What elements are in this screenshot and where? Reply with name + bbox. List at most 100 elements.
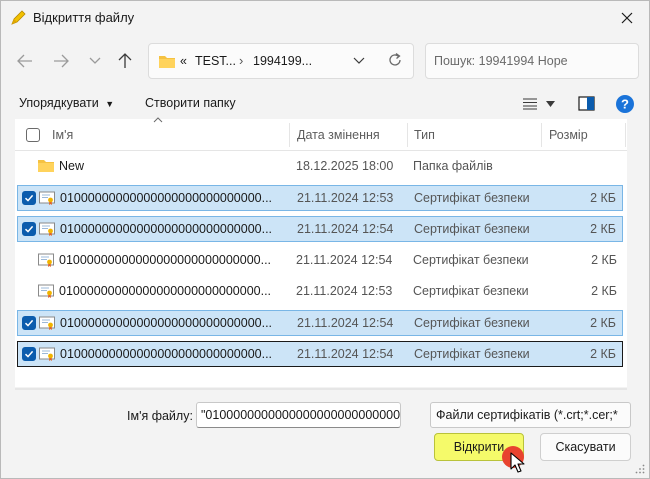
filename-label: Ім'я файлу: (127, 409, 193, 423)
search-input[interactable]: Пошук: 19941994 Hope (425, 43, 639, 79)
command-bar: Упорядкувати ▼ Створити папку ? (1, 89, 649, 119)
file-name: New (59, 159, 85, 173)
file-row[interactable]: 01000000000000000000000000000... 21.11.20… (17, 279, 623, 305)
file-type: Сертифікат безпеки (414, 316, 530, 330)
row-checkbox[interactable] (22, 316, 36, 330)
certificate-icon (38, 190, 56, 209)
row-checkbox[interactable] (22, 222, 36, 237)
file-type: Сертифікат безпеки (413, 252, 529, 267)
column-header-row: Ім'я Дата змінення Тип Розмір (15, 117, 627, 151)
navigation-bar: « TEST... › 1994199... Пошук: 19941994 H… (1, 39, 649, 83)
certificate-icon (37, 283, 55, 302)
chevron-down-icon (89, 57, 101, 64)
view-options-caret-icon[interactable] (546, 101, 555, 107)
certificate-icon (37, 252, 55, 271)
file-date: 18.12.2025 18:00 (296, 159, 394, 173)
up-button[interactable] (111, 47, 139, 75)
chevron-right-icon: › (239, 53, 244, 68)
resize-grip-icon[interactable] (635, 464, 645, 474)
folder-row[interactable]: New 18.12.2025 18:00 Папка файлів (17, 154, 623, 180)
select-all-checkbox[interactable] (26, 128, 40, 142)
window-title: Відкриття файлу (33, 10, 135, 25)
file-list[interactable]: Ім'я Дата змінення Тип Розмір New 18.12.2… (15, 117, 627, 387)
file-size: 2 КБ (590, 191, 616, 206)
file-size: 2 КБ (590, 316, 616, 330)
svg-text:?: ? (621, 97, 629, 112)
column-divider[interactable] (289, 123, 290, 147)
file-type: Сертифікат безпеки (414, 222, 530, 237)
arrow-up-icon (118, 53, 132, 68)
search-placeholder: Пошук: 19941994 Hope (434, 54, 568, 68)
checkmark-icon (24, 226, 34, 234)
filename-input[interactable]: "0100000000000000000000000000000 (196, 402, 401, 428)
file-name: 01000000000000000000000000000... (60, 222, 273, 237)
file-row[interactable]: 01000000000000000000000000000... 21.11.20… (17, 310, 623, 336)
file-name: 01000000000000000000000000000... (60, 347, 273, 362)
preview-pane-icon[interactable] (578, 96, 595, 111)
row-checkbox[interactable] (22, 347, 36, 362)
file-date: 21.11.2024 12:54 (296, 252, 393, 267)
column-date-header[interactable]: Дата змінення (297, 128, 380, 142)
file-date: 21.11.2024 12:53 (297, 191, 394, 206)
arrow-left-icon (17, 54, 32, 68)
recent-locations-button[interactable] (81, 47, 109, 75)
column-name-header[interactable]: Ім'я (52, 128, 73, 142)
file-type-select[interactable]: Файли сертифікатів (*.crt;*.cer;* (430, 402, 631, 428)
folder-icon (159, 56, 175, 68)
title-bar: Відкриття файлу (1, 1, 649, 35)
help-icon[interactable]: ? (615, 94, 635, 114)
mouse-cursor-icon (510, 452, 525, 473)
chevron-down-icon[interactable] (353, 54, 365, 66)
forward-button[interactable] (47, 47, 75, 75)
file-date: 21.11.2024 12:54 (297, 347, 394, 362)
certificate-icon (38, 315, 56, 334)
column-divider[interactable] (625, 123, 626, 147)
row-checkbox[interactable] (22, 191, 36, 206)
close-button[interactable] (605, 1, 649, 35)
checkmark-icon (24, 195, 34, 202)
horizontal-scrollbar[interactable] (15, 387, 627, 391)
file-date: 21.11.2024 12:54 (297, 222, 394, 237)
checkmark-icon (24, 319, 34, 327)
certificate-icon (38, 221, 56, 240)
file-size: 2 КБ (590, 222, 616, 237)
file-type: Сертифікат безпеки (413, 283, 529, 298)
column-divider[interactable] (407, 123, 408, 147)
open-file-dialog: Відкриття файлу « TEST... › 1994199... П… (0, 0, 650, 479)
file-size: 2 КБ (591, 283, 617, 298)
breadcrumb-item[interactable]: 1994199... (253, 54, 312, 68)
address-overflow[interactable]: « (180, 54, 187, 68)
file-size: 2 КБ (591, 252, 617, 267)
certificate-icon (38, 346, 56, 365)
file-name: 01000000000000000000000000000... (59, 283, 272, 298)
back-button[interactable] (11, 47, 39, 75)
breadcrumb-item[interactable]: TEST... (195, 54, 236, 68)
folder-icon (37, 158, 55, 176)
caret-down-icon: ▼ (105, 99, 115, 109)
file-row[interactable]: 01000000000000000000000000000... 21.11.20… (17, 248, 623, 274)
file-row[interactable]: 01000000000000000000000000000... 21.11.20… (17, 216, 623, 243)
file-type: Сертифікат безпеки (414, 191, 530, 206)
refresh-icon[interactable] (387, 52, 403, 68)
column-divider[interactable] (541, 123, 542, 147)
column-size-header[interactable]: Розмір (549, 128, 588, 142)
cancel-button[interactable]: Скасувати (540, 433, 631, 461)
file-name: 01000000000000000000000000000... (60, 191, 273, 206)
checkmark-icon (24, 351, 34, 358)
close-icon (621, 12, 633, 24)
pen-app-icon (11, 10, 26, 25)
sort-ascending-icon (153, 117, 163, 123)
column-type-header[interactable]: Тип (414, 128, 435, 142)
view-list-icon[interactable] (522, 98, 538, 110)
organize-menu-button[interactable]: Упорядкувати ▼ (19, 96, 114, 110)
organize-label: Упорядкувати (19, 96, 99, 110)
file-name: 01000000000000000000000000000... (60, 316, 273, 330)
arrow-right-icon (54, 54, 69, 68)
file-row[interactable]: 01000000000000000000000000000... 21.11.20… (17, 341, 623, 368)
address-bar[interactable]: « TEST... › 1994199... (148, 43, 414, 79)
file-type: Сертифікат безпеки (414, 347, 530, 362)
file-type: Папка файлів (413, 159, 493, 173)
file-size: 2 КБ (590, 347, 616, 362)
new-folder-button[interactable]: Створити папку (145, 96, 236, 110)
file-row[interactable]: 01000000000000000000000000000... 21.11.20… (17, 185, 623, 212)
